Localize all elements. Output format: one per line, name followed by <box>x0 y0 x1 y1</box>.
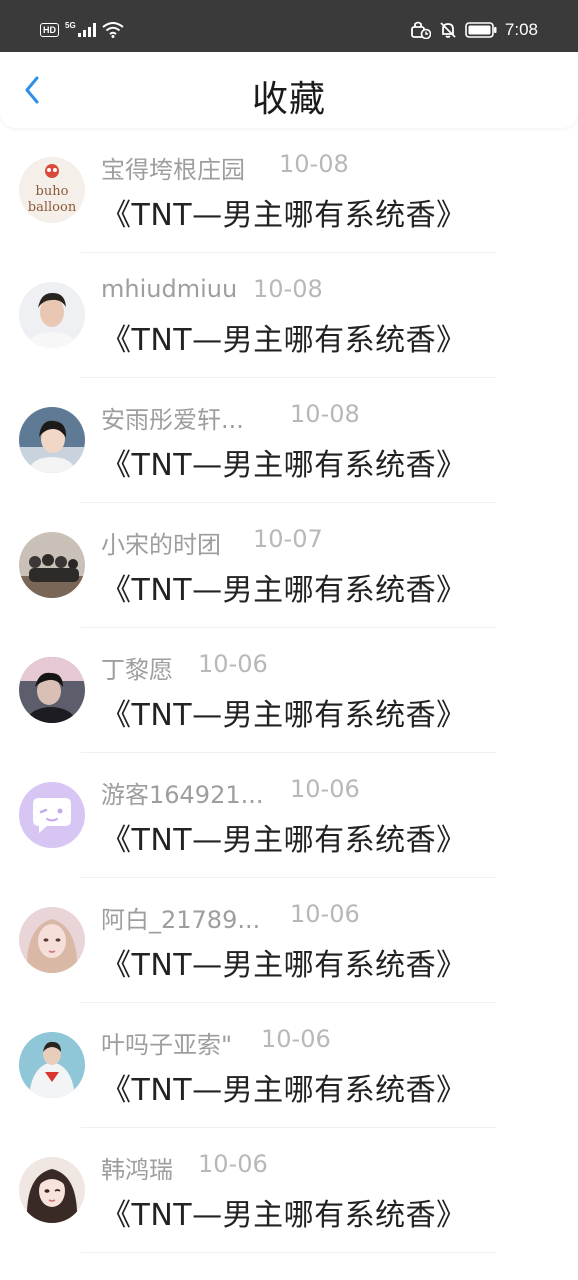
avatar[interactable] <box>19 782 85 848</box>
username[interactable]: 阿白_21789... <box>101 900 260 935</box>
date: 10-06 <box>290 775 360 803</box>
date: 10-06 <box>290 900 360 928</box>
book-title[interactable]: 《TNT—男主哪有系统香》 <box>101 315 467 359</box>
item-meta: 宝得垮根庄园 10-08 <box>101 150 541 186</box>
avatar[interactable] <box>19 282 85 348</box>
username[interactable]: mhiudmiuu <box>101 275 237 303</box>
avatar[interactable] <box>19 907 85 973</box>
user-photo-icon <box>19 1157 85 1223</box>
book-title[interactable]: 《TNT—男主哪有系统香》 <box>101 565 467 609</box>
date: 10-06 <box>198 650 268 678</box>
header: 收藏 <box>0 52 578 128</box>
book-title[interactable]: 《TNT—男主哪有系统香》 <box>101 440 467 484</box>
favorites-list: buho balloon 宝得垮根庄园 10-08 《TNT—男主哪有系统香》 … <box>0 128 578 1253</box>
item-meta: 小宋的时团 10-07 <box>101 525 541 561</box>
date: 10-08 <box>290 400 360 428</box>
avatar[interactable]: buho balloon <box>19 157 85 223</box>
signal-icon <box>77 23 96 37</box>
avatar-logo-text-1: buho <box>36 184 69 199</box>
list-item[interactable]: 安雨彤爱轩... 10-08 《TNT—男主哪有系统香》 <box>0 378 578 503</box>
username[interactable]: 宝得垮根庄园 <box>101 150 245 185</box>
hd-badge: HD <box>40 23 59 37</box>
list-item[interactable]: 小宋的时团 10-07 《TNT—男主哪有系统香》 <box>0 503 578 628</box>
list-item[interactable]: buho balloon 宝得垮根庄园 10-08 《TNT—男主哪有系统香》 <box>0 128 578 253</box>
avatar[interactable] <box>19 407 85 473</box>
book-title[interactable]: 《TNT—男主哪有系统香》 <box>101 1190 467 1234</box>
avatar[interactable] <box>19 657 85 723</box>
book-title[interactable]: 《TNT—男主哪有系统香》 <box>101 190 467 234</box>
wifi-icon <box>102 22 124 38</box>
user-photo-icon <box>19 407 85 473</box>
username[interactable]: 韩鸿瑞 <box>101 1150 173 1185</box>
clock: 7:08 <box>504 20 538 39</box>
page-title: 收藏 <box>251 79 326 120</box>
mute-bell-icon <box>440 22 456 38</box>
username[interactable]: 安雨彤爱轩... <box>101 400 244 435</box>
item-meta: mhiudmiuu 10-08 <box>101 275 541 311</box>
user-photo-icon <box>19 657 85 723</box>
item-meta: 阿白_21789... 10-06 <box>101 900 541 936</box>
user-photo-icon <box>19 1032 85 1098</box>
book-title[interactable]: 《TNT—男主哪有系统香》 <box>101 815 467 859</box>
book-title[interactable]: 《TNT—男主哪有系统香》 <box>101 1065 467 1109</box>
item-meta: 游客164921... 10-06 <box>101 775 541 811</box>
status-right: 7:08 <box>411 20 538 40</box>
item-meta: 叶吗子亚索" 10-06 <box>101 1025 541 1061</box>
date: 10-08 <box>253 275 323 303</box>
item-meta: 安雨彤爱轩... 10-08 <box>101 400 541 436</box>
status-bar: HD 5G 7:08 <box>0 0 578 52</box>
avatar[interactable] <box>19 1032 85 1098</box>
lock-clock-icon <box>411 21 431 39</box>
status-left: HD 5G <box>40 20 124 38</box>
avatar-logo-text-2: balloon <box>28 200 77 215</box>
user-photo-icon <box>19 282 85 348</box>
group-photo-icon <box>19 532 85 598</box>
list-item[interactable]: 游客164921... 10-06 《TNT—男主哪有系统香》 <box>0 753 578 878</box>
book-title[interactable]: 《TNT—男主哪有系统香》 <box>101 940 467 984</box>
battery-icon <box>465 22 497 38</box>
network-type: 5G <box>65 20 76 30</box>
list-item[interactable]: 叶吗子亚索" 10-06 《TNT—男主哪有系统香》 <box>0 1003 578 1128</box>
username[interactable]: 小宋的时团 <box>101 525 221 560</box>
avatar[interactable] <box>19 532 85 598</box>
username[interactable]: 叶吗子亚索" <box>101 1025 232 1060</box>
item-meta: 丁黎愿 10-06 <box>101 650 541 686</box>
list-item[interactable]: 韩鸿瑞 10-06 《TNT—男主哪有系统香》 <box>0 1128 578 1253</box>
item-meta: 韩鸿瑞 10-06 <box>101 1150 541 1186</box>
chat-bubble-icon <box>19 782 85 848</box>
list-item[interactable]: 阿白_21789... 10-06 《TNT—男主哪有系统香》 <box>0 878 578 1003</box>
divider <box>81 1252 496 1253</box>
date: 10-06 <box>198 1150 268 1178</box>
list-item[interactable]: mhiudmiuu 10-08 《TNT—男主哪有系统香》 <box>0 253 578 378</box>
list-item[interactable]: 丁黎愿 10-06 《TNT—男主哪有系统香》 <box>0 628 578 753</box>
date: 10-06 <box>261 1025 331 1053</box>
avatar[interactable] <box>19 1157 85 1223</box>
owl-logo-icon: buho balloon <box>19 157 85 223</box>
username[interactable]: 游客164921... <box>101 775 264 810</box>
user-photo-icon <box>19 907 85 973</box>
username[interactable]: 丁黎愿 <box>101 650 173 685</box>
date: 10-07 <box>253 525 323 553</box>
book-title[interactable]: 《TNT—男主哪有系统香》 <box>101 690 467 734</box>
date: 10-08 <box>279 150 349 178</box>
